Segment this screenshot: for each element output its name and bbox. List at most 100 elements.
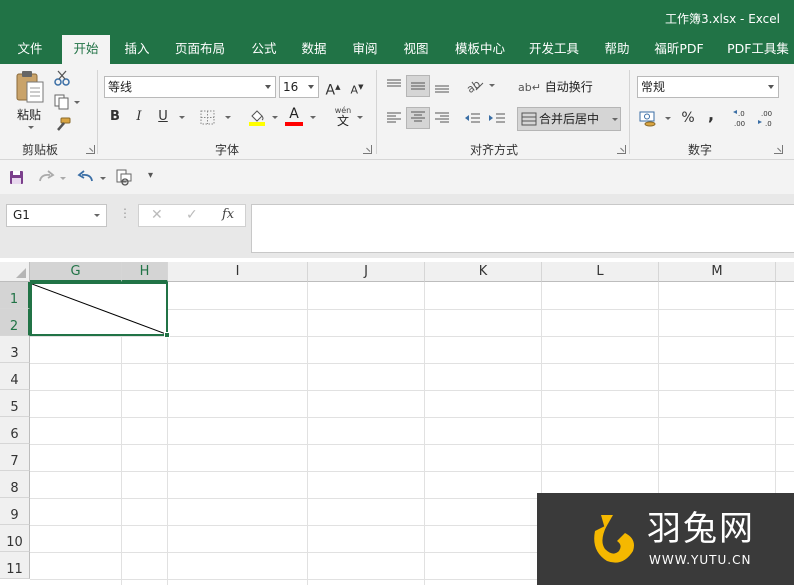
save-icon[interactable] bbox=[9, 170, 24, 185]
orientation-icon[interactable]: ab bbox=[464, 76, 486, 96]
wrap-text-button[interactable]: ab↵ 自动换行 bbox=[518, 76, 593, 98]
tab-pdf-tools[interactable]: PDF工具集 bbox=[724, 35, 792, 64]
tab-foxit-pdf[interactable]: 福昕PDF bbox=[648, 35, 710, 64]
row-header-8[interactable]: 8 bbox=[0, 471, 30, 498]
fill-handle[interactable] bbox=[164, 332, 170, 338]
tab-page-layout[interactable]: 页面布局 bbox=[170, 35, 230, 64]
tab-template-center[interactable]: 模板中心 bbox=[450, 35, 510, 64]
align-left-icon[interactable] bbox=[384, 110, 404, 128]
redo-icon[interactable] bbox=[37, 170, 55, 184]
tab-insert[interactable]: 插入 bbox=[118, 35, 156, 64]
select-all-button[interactable] bbox=[0, 262, 30, 282]
align-bottom-icon[interactable] bbox=[432, 76, 452, 96]
chevron-down-icon bbox=[265, 85, 271, 89]
fill-color-dropdown-icon[interactable] bbox=[272, 116, 278, 119]
tab-review[interactable]: 审阅 bbox=[346, 35, 384, 64]
underline-dropdown-icon[interactable] bbox=[179, 116, 185, 119]
tab-data[interactable]: 数据 bbox=[295, 35, 333, 64]
number-format-combo[interactable]: 常规 bbox=[637, 76, 779, 98]
clipboard-launcher-icon[interactable] bbox=[86, 145, 95, 154]
column-header-k[interactable]: K bbox=[425, 262, 542, 282]
orientation-dropdown-icon[interactable] bbox=[489, 84, 495, 87]
formula-bar-grip-icon: ⋮ bbox=[119, 206, 131, 220]
insert-function-button[interactable]: fx bbox=[222, 207, 234, 222]
decrease-decimal-icon[interactable]: .00 .0 bbox=[757, 107, 777, 129]
grow-font-button[interactable]: A▲ bbox=[322, 76, 344, 99]
align-middle-button[interactable] bbox=[406, 75, 430, 97]
copy-icon[interactable] bbox=[54, 94, 70, 110]
row-header-5[interactable]: 5 bbox=[0, 390, 30, 417]
increase-indent-icon[interactable] bbox=[487, 110, 507, 128]
tab-developer[interactable]: 开发工具 bbox=[524, 35, 584, 64]
customize-qat-icon[interactable]: ▾ bbox=[148, 170, 153, 181]
row-header-10[interactable]: 10 bbox=[0, 525, 30, 552]
number-launcher-icon[interactable] bbox=[774, 145, 783, 154]
column-header-n[interactable] bbox=[776, 262, 794, 282]
accounting-dropdown-icon[interactable] bbox=[665, 117, 671, 120]
phonetic-dropdown-icon[interactable] bbox=[357, 116, 363, 119]
tab-formulas[interactable]: 公式 bbox=[245, 35, 283, 64]
column-header-i[interactable]: I bbox=[168, 262, 308, 282]
merged-cell-g1-h2[interactable] bbox=[30, 282, 168, 336]
format-painter-icon[interactable] bbox=[54, 117, 72, 133]
formula-input[interactable] bbox=[251, 204, 794, 253]
cancel-icon[interactable]: ✕ bbox=[151, 207, 163, 223]
row-header-3[interactable]: 3 bbox=[0, 336, 30, 363]
copy-dropdown-icon[interactable] bbox=[74, 101, 80, 104]
gridline bbox=[30, 417, 794, 418]
fill-color-icon[interactable] bbox=[248, 108, 266, 126]
tab-view[interactable]: 视图 bbox=[397, 35, 435, 64]
bold-button[interactable]: B bbox=[104, 106, 126, 128]
align-top-icon[interactable] bbox=[384, 76, 404, 96]
column-header-m[interactable]: M bbox=[659, 262, 776, 282]
row-header-11[interactable]: 11 bbox=[0, 552, 30, 579]
name-box[interactable]: G1 bbox=[6, 204, 107, 227]
accounting-format-icon[interactable] bbox=[638, 109, 660, 127]
tab-help[interactable]: 帮助 bbox=[598, 35, 636, 64]
shrink-font-button[interactable]: A▼ bbox=[346, 76, 368, 98]
tab-home[interactable]: 开始 bbox=[62, 35, 110, 64]
font-color-dropdown-icon[interactable] bbox=[310, 116, 316, 119]
row-header-7[interactable]: 7 bbox=[0, 444, 30, 471]
borders-dropdown-icon[interactable] bbox=[225, 116, 231, 119]
font-size-combo[interactable]: 16 bbox=[279, 76, 319, 98]
row-header-9[interactable]: 9 bbox=[0, 498, 30, 525]
borders-icon[interactable] bbox=[200, 110, 215, 125]
diagonal-border-line bbox=[32, 284, 166, 334]
merge-center-button[interactable]: 合并后居中 bbox=[517, 107, 621, 131]
enter-icon[interactable]: ✓ bbox=[186, 207, 198, 223]
column-header-h[interactable]: H bbox=[122, 262, 168, 282]
align-center-button[interactable] bbox=[406, 107, 430, 129]
row-header-6[interactable]: 6 bbox=[0, 417, 30, 444]
row-header-2[interactable]: 2 bbox=[0, 309, 30, 336]
font-launcher-icon[interactable] bbox=[363, 145, 372, 154]
print-preview-icon[interactable] bbox=[115, 169, 133, 186]
align-right-icon[interactable] bbox=[432, 110, 452, 128]
undo-dropdown-icon[interactable] bbox=[100, 177, 106, 180]
percent-button[interactable]: % bbox=[677, 107, 699, 129]
redo-dropdown-icon[interactable] bbox=[60, 177, 66, 180]
paste-button[interactable]: 粘贴 bbox=[12, 70, 50, 134]
row-header-1[interactable]: 1 bbox=[0, 282, 30, 309]
column-header-j[interactable]: J bbox=[308, 262, 425, 282]
row-header-4[interactable]: 4 bbox=[0, 363, 30, 390]
font-color-button[interactable]: A bbox=[285, 107, 303, 127]
font-size-value: 16 bbox=[283, 80, 299, 94]
underline-button[interactable]: U bbox=[152, 106, 174, 128]
italic-button[interactable]: I bbox=[128, 106, 150, 128]
cut-icon[interactable] bbox=[54, 70, 70, 86]
comma-button[interactable]: , bbox=[700, 104, 722, 126]
column-header-g[interactable]: G bbox=[30, 262, 122, 282]
column-header-l[interactable]: L bbox=[542, 262, 659, 282]
watermark: 羽兔网 WWW.YUTU.CN bbox=[537, 493, 794, 585]
tab-file[interactable]: 文件 bbox=[8, 35, 52, 64]
paste-dropdown-icon[interactable] bbox=[28, 126, 34, 129]
phonetic-button[interactable]: wén 文 bbox=[332, 106, 354, 130]
font-name-combo[interactable]: 等线 bbox=[104, 76, 276, 98]
increase-decimal-icon[interactable]: .0 .00 bbox=[732, 107, 752, 129]
alignment-launcher-icon[interactable] bbox=[617, 145, 626, 154]
merge-dropdown-icon[interactable] bbox=[612, 118, 618, 121]
undo-icon[interactable] bbox=[77, 170, 95, 184]
decrease-indent-icon[interactable] bbox=[462, 110, 482, 128]
caret-down-icon: ▼ bbox=[358, 83, 364, 91]
